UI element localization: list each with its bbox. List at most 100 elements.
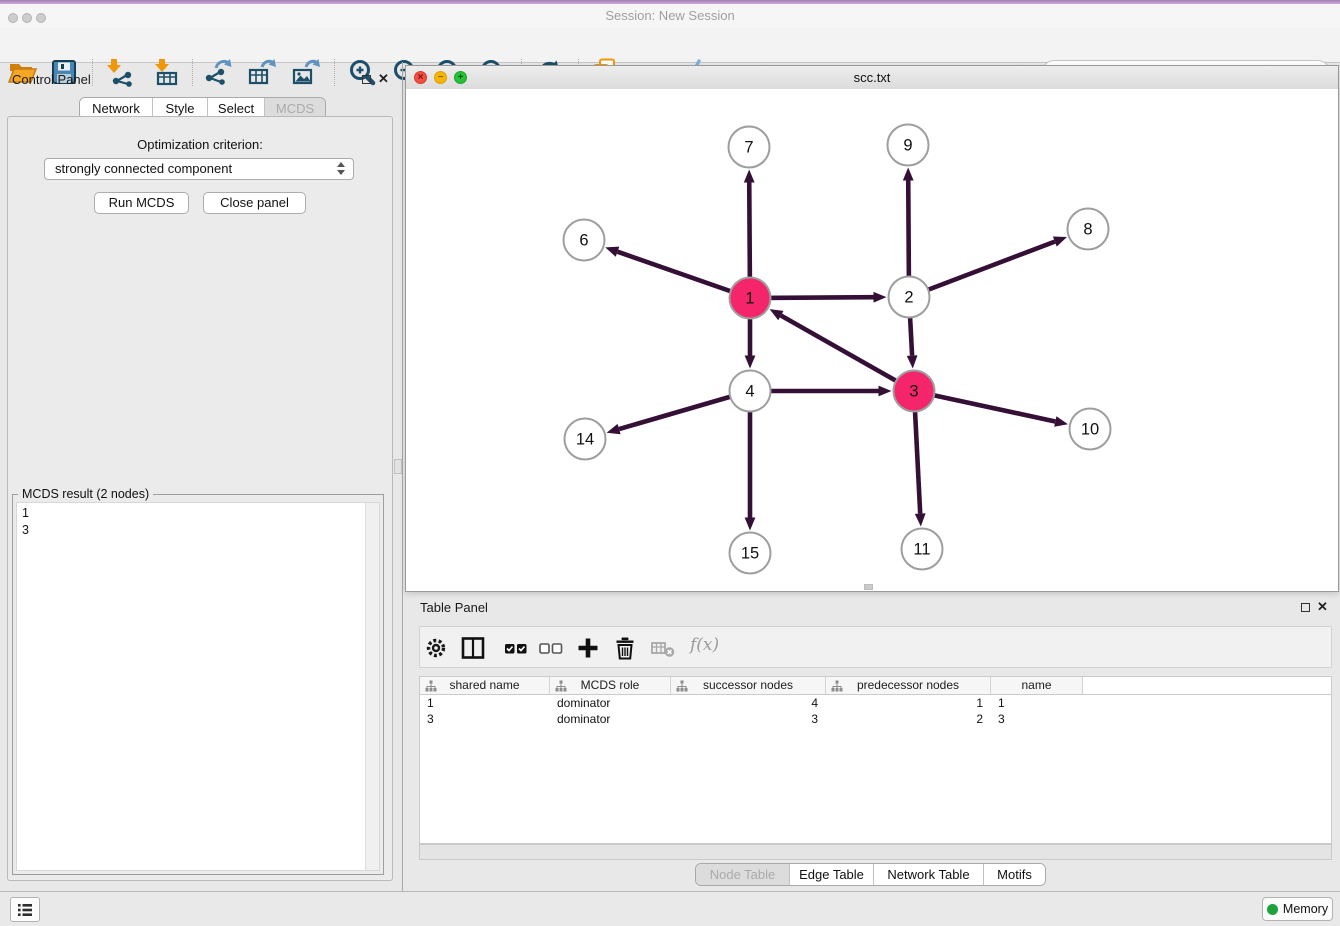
maximize-window-icon[interactable] — [36, 13, 46, 23]
deselect-all-icon[interactable] — [538, 635, 564, 661]
column-header-label: MCDS role — [581, 678, 640, 692]
export-network-icon[interactable] — [203, 57, 233, 87]
graph-node-label: 8 — [1083, 221, 1092, 239]
graph-edge-3-1[interactable] — [781, 316, 914, 391]
import-network-icon[interactable] — [103, 57, 133, 87]
import-table-icon[interactable] — [150, 57, 180, 87]
table-row[interactable]: 3dominator323 — [420, 711, 1331, 727]
table-cell[interactable]: 1 — [826, 695, 991, 711]
tab-node-table[interactable]: Node Table — [696, 864, 789, 885]
table-body[interactable]: 1dominator4113dominator323 — [419, 695, 1332, 844]
table-hscrollbar[interactable] — [419, 844, 1332, 860]
memory-button[interactable]: Memory — [1262, 897, 1333, 921]
table-cell[interactable]: dominator — [550, 711, 671, 727]
table-cell[interactable]: 2 — [826, 711, 991, 727]
network-graph[interactable]: 7968124314101511 — [406, 89, 1338, 591]
network-window-title: scc.txt — [406, 66, 1338, 89]
tab-edge-table[interactable]: Edge Table — [789, 864, 873, 885]
result-scrollbar[interactable] — [365, 503, 379, 870]
graph-node-label: 11 — [913, 541, 930, 559]
delete-row-icon[interactable] — [612, 635, 638, 661]
graph-node-label: 14 — [576, 431, 594, 449]
application-window: Session: New Session — [0, 0, 1340, 926]
canvas-resize-grip[interactable] — [864, 584, 873, 590]
panel-divider — [402, 62, 403, 892]
table-cell[interactable]: 1 — [420, 695, 550, 711]
mcds-result-textarea[interactable]: 1 3 — [16, 502, 380, 871]
table-cell[interactable]: 4 — [671, 695, 826, 711]
network-close-icon[interactable]: × — [414, 71, 427, 84]
graph-node-label: 9 — [903, 137, 912, 155]
dropdown-stepper-icon — [337, 162, 345, 175]
export-image-icon[interactable] — [291, 57, 321, 87]
run-mcds-button[interactable]: Run MCDS — [94, 192, 189, 214]
function-builder-icon[interactable]: f(x) — [690, 635, 719, 655]
table-panel-float-icon[interactable] — [1301, 603, 1310, 612]
graph-edge-arrow-icon — [605, 247, 619, 257]
mcds-result-group: MCDS result (2 nodes) 1 3 — [12, 494, 384, 875]
column-header-shared-name[interactable]: shared name — [420, 677, 550, 694]
graph-edge-arrow-icon — [744, 169, 755, 182]
task-history-button[interactable] — [10, 897, 40, 922]
close-panel-button[interactable]: Close panel — [203, 192, 306, 214]
column-header-label: name — [1021, 678, 1051, 692]
graph-edge-arrow-icon — [879, 386, 892, 397]
delete-table-icon[interactable] — [650, 635, 676, 661]
add-row-icon[interactable] — [575, 635, 601, 661]
graph-edge-arrow-icon — [745, 356, 756, 369]
optimization-criterion-label: Optimization criterion: — [7, 137, 393, 152]
window-title: Session: New Session — [0, 4, 1340, 28]
main-toolbar — [0, 28, 1340, 63]
table-cell[interactable]: 3 — [420, 711, 550, 727]
network-canvas[interactable]: 7968124314101511 — [406, 89, 1338, 591]
column-header-successor-nodes[interactable]: successor nodes — [671, 677, 826, 694]
column-header-label: successor nodes — [703, 678, 793, 692]
table-panel-title: Table Panel — [420, 600, 488, 615]
close-window-icon[interactable] — [8, 13, 18, 23]
network-window-titlebar[interactable]: × − + scc.txt — [406, 66, 1338, 90]
table-cell[interactable]: 1 — [991, 695, 1083, 711]
control-panel-close-icon[interactable]: ✕ — [378, 73, 389, 84]
column-header-predecessor-nodes[interactable]: predecessor nodes — [826, 677, 991, 694]
table-settings-icon[interactable] — [423, 635, 449, 661]
tab-motifs[interactable]: Motifs — [983, 864, 1045, 885]
network-view-window: × − + scc.txt 7968124314101511 — [405, 65, 1339, 592]
table-panel-close-icon[interactable]: ✕ — [1317, 601, 1328, 612]
table-panel-tabs: Node TableEdge TableNetwork TableMotifs — [695, 863, 1046, 886]
main-titlebar: Session: New Session — [0, 4, 1340, 29]
network-maximize-icon[interactable]: + — [454, 71, 467, 84]
table-cell[interactable]: 3 — [991, 711, 1083, 727]
column-header-mcds-role[interactable]: MCDS role — [550, 677, 671, 694]
status-bar: Memory — [0, 891, 1340, 926]
column-type-icon — [831, 680, 843, 692]
graph-node-label: 6 — [579, 232, 588, 250]
tab-network-table[interactable]: Network Table — [873, 864, 983, 885]
table-cell[interactable]: dominator — [550, 695, 671, 711]
table-header-row: shared name MCDS role successor nodes prede… — [419, 676, 1332, 695]
column-selector-icon[interactable] — [460, 635, 486, 661]
graph-edge-arrow-icon — [915, 513, 926, 526]
toolbar-separator — [334, 59, 335, 86]
column-type-icon — [555, 680, 567, 692]
select-all-icon[interactable] — [503, 635, 529, 661]
export-table-icon[interactable] — [247, 57, 277, 87]
graph-edge-arrow-icon — [1053, 237, 1067, 247]
criterion-dropdown[interactable]: strongly connected component — [44, 158, 354, 180]
graph-edge-3-10[interactable] — [914, 391, 1055, 422]
column-type-icon — [676, 680, 688, 692]
table-cell[interactable]: 3 — [671, 711, 826, 727]
table-row[interactable]: 1dominator411 — [420, 695, 1331, 711]
panel-splitter-handle[interactable] — [394, 459, 402, 474]
graph-edge-2-8[interactable] — [909, 242, 1055, 297]
network-minimize-icon[interactable]: − — [434, 71, 447, 84]
control-panel-float-icon[interactable] — [362, 75, 371, 84]
mcds-result-text: 1 3 — [22, 505, 29, 538]
minimize-window-icon[interactable] — [22, 13, 32, 23]
column-type-icon — [425, 680, 437, 692]
control-panel-title: Control Panel — [12, 72, 91, 87]
column-header-name[interactable]: name — [991, 677, 1083, 694]
memory-status-icon — [1267, 904, 1278, 915]
graph-edge-arrow-icon — [745, 518, 756, 531]
table-toolbar: f(x) — [419, 626, 1332, 668]
toolbar-separator — [92, 59, 93, 86]
